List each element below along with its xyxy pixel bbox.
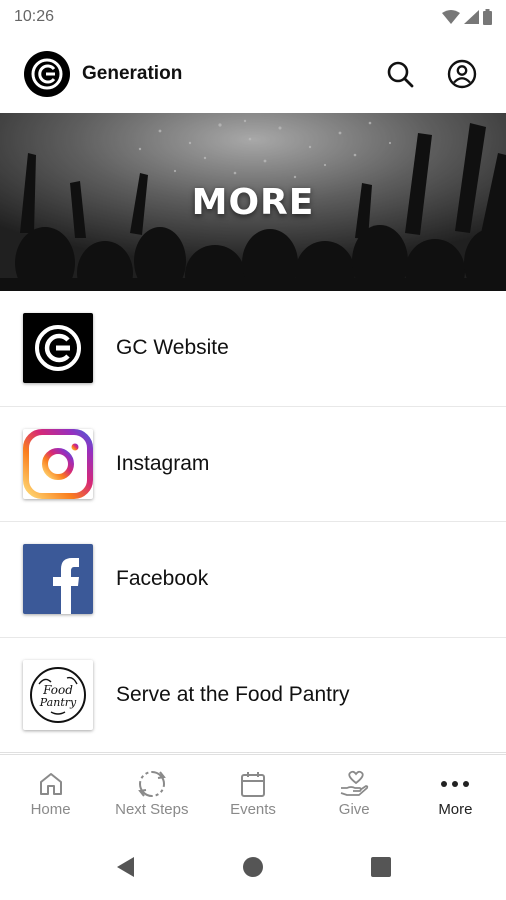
nav-events[interactable]: Events xyxy=(202,755,303,834)
gc-logo-icon xyxy=(23,313,93,384)
status-bar: 10:26 xyxy=(0,0,506,34)
system-nav-bar xyxy=(0,834,506,900)
nav-next-steps[interactable]: Next Steps xyxy=(101,755,202,834)
app-title: Generation xyxy=(82,63,183,84)
account-icon xyxy=(447,59,477,89)
facebook-icon xyxy=(23,544,93,615)
nav-label: Events xyxy=(230,801,276,818)
more-list: GC Website Instagram Facebook Food Pantr… xyxy=(0,291,506,753)
nav-label: Home xyxy=(30,801,71,818)
next-steps-icon xyxy=(137,771,166,797)
food-pantry-icon-text-2: Pantry xyxy=(39,696,77,709)
nav-label: Next Steps xyxy=(115,801,189,818)
generation-logo-icon xyxy=(24,51,70,97)
bottom-nav: Home Next Steps Events Give More xyxy=(0,754,506,834)
list-item-instagram[interactable]: Instagram xyxy=(0,406,506,522)
give-icon xyxy=(340,770,369,796)
list-item-label: Instagram xyxy=(116,451,210,475)
wifi-icon xyxy=(442,10,460,24)
instagram-icon xyxy=(23,428,93,499)
status-icons xyxy=(442,9,492,25)
food-pantry-icon: Food Pantry xyxy=(23,659,93,730)
account-button[interactable] xyxy=(442,54,482,94)
recents-icon xyxy=(371,857,391,877)
list-item-label: Facebook xyxy=(116,567,209,591)
list-item-facebook[interactable]: Facebook xyxy=(0,522,506,638)
hero-banner: MORE xyxy=(0,113,506,291)
nav-home[interactable]: Home xyxy=(0,755,101,834)
back-icon xyxy=(117,857,134,877)
battery-icon xyxy=(483,9,492,25)
list-item-food-pantry[interactable]: Food Pantry Serve at the Food Pantry xyxy=(0,637,506,753)
list-item-gc-website[interactable]: GC Website xyxy=(0,291,506,407)
nav-give[interactable]: Give xyxy=(304,755,405,834)
status-time: 10:26 xyxy=(14,8,55,25)
signal-icon xyxy=(464,10,479,24)
list-item-label: GC Website xyxy=(116,336,229,360)
home-circle-icon xyxy=(243,857,263,877)
home-icon xyxy=(39,773,62,795)
search-button[interactable] xyxy=(380,54,420,94)
recents-button[interactable] xyxy=(366,852,396,882)
nav-label: Give xyxy=(338,801,370,818)
hero-title: MORE xyxy=(191,181,315,223)
calendar-icon xyxy=(241,772,265,797)
home-system-button[interactable] xyxy=(238,852,268,882)
back-button[interactable] xyxy=(110,852,140,882)
more-dots-icon xyxy=(441,781,470,787)
food-pantry-icon-text-1: Food xyxy=(42,683,73,697)
nav-label: More xyxy=(438,801,473,818)
search-icon xyxy=(387,61,414,88)
app-bar: Generation xyxy=(0,34,506,114)
list-item-label: Serve at the Food Pantry xyxy=(116,682,350,706)
nav-more[interactable]: More xyxy=(405,755,506,834)
